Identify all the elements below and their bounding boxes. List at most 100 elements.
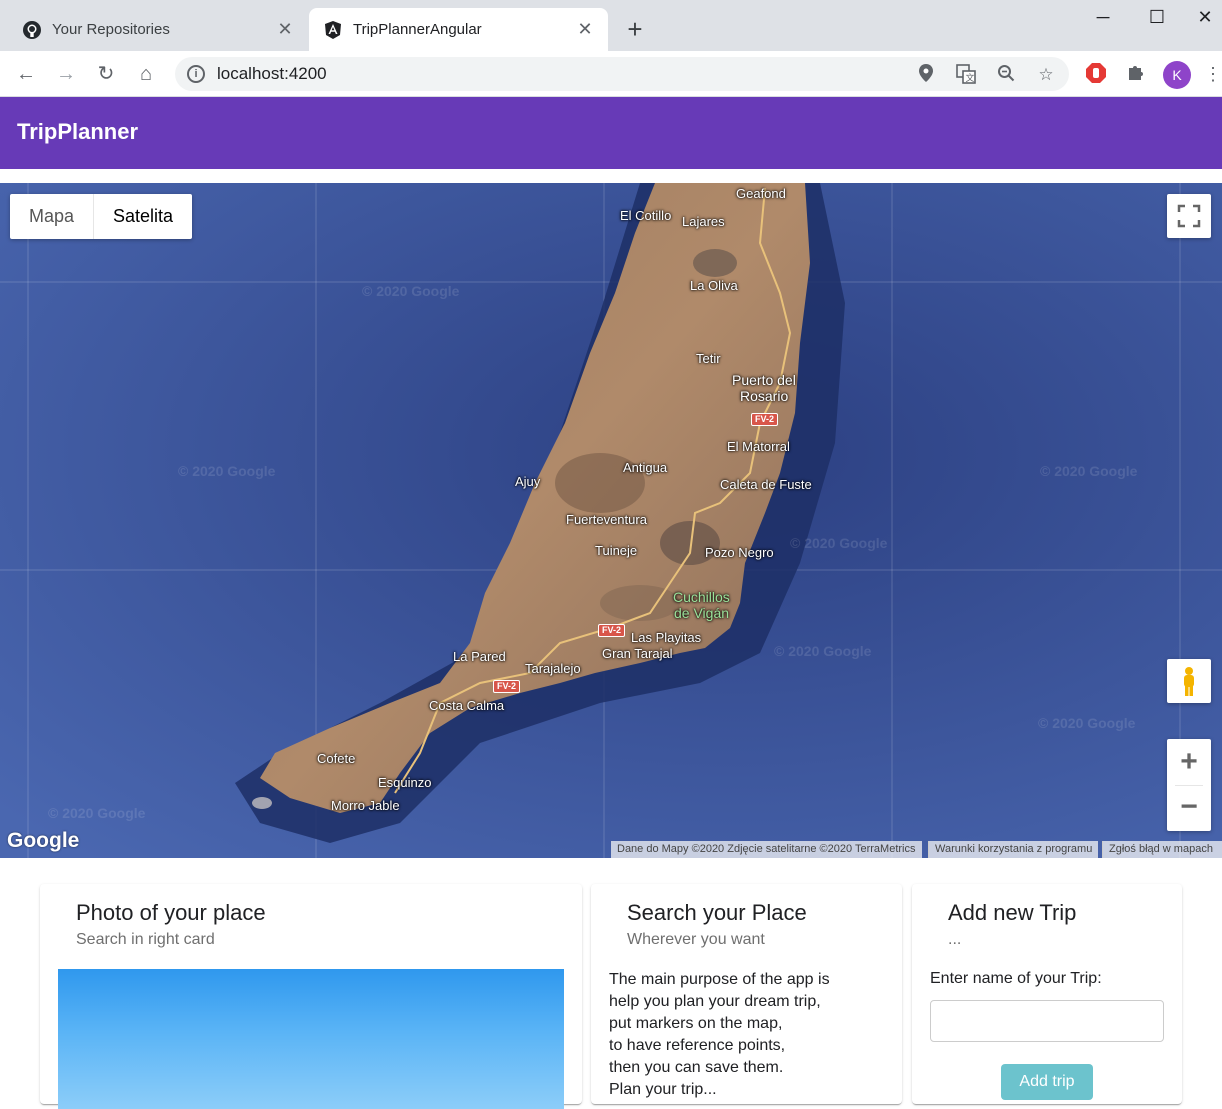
place-label: Cofete — [317, 751, 356, 766]
place-label: Puerto del — [732, 372, 796, 388]
zoom-control: + − — [1167, 739, 1211, 831]
home-icon[interactable]: ⌂ — [132, 60, 160, 88]
map-type-mapa-button[interactable]: Mapa — [10, 194, 95, 239]
maximize-icon[interactable]: ☐ — [1134, 0, 1180, 34]
close-icon[interactable]: ✕ — [276, 19, 294, 40]
place-label: Gran Tarajal — [602, 646, 673, 661]
tab-your-repositories[interactable]: Your Repositories ✕ — [8, 8, 308, 51]
profile-avatar[interactable]: K — [1163, 61, 1191, 89]
description-line: The main purpose of the app is — [609, 971, 830, 988]
pegman-icon — [1184, 667, 1194, 696]
extensions-puzzle-icon[interactable] — [1124, 62, 1148, 86]
description-line: put markers on the map, — [609, 1015, 783, 1032]
place-label: El Cotillo — [620, 208, 672, 223]
place-label: La Oliva — [690, 278, 738, 293]
map-type-satelita-button[interactable]: Satelita — [94, 194, 192, 239]
map-type-control: Mapa Satelita — [10, 194, 193, 239]
new-tab-button[interactable]: + — [620, 14, 650, 44]
place-label: El Matorral — [727, 439, 790, 454]
address-bar[interactable]: i localhost:4200 文 ☆ — [175, 57, 1069, 91]
zoom-in-button[interactable]: + — [1167, 739, 1211, 785]
add-trip-button[interactable]: Add trip — [1001, 1064, 1093, 1100]
place-label: de Vigán — [674, 605, 730, 621]
photo-card: Photo of your place Search in right card — [40, 884, 582, 1109]
map-watermark: © 2020 Google — [362, 283, 460, 299]
zoom-out-button[interactable]: − — [1167, 785, 1211, 831]
svg-text:文: 文 — [966, 72, 975, 84]
map-data-attribution: Dane do Mapy ©2020 Zdjęcie satelitarne ©… — [611, 841, 922, 858]
place-label: Tuineje — [595, 543, 638, 558]
browser-tab-strip: Your Repositories ✕ TripPlannerAngular ✕… — [0, 0, 1222, 51]
location-pin-icon[interactable] — [915, 64, 937, 86]
description-line: help you plan your dream trip, — [609, 993, 821, 1010]
browser-toolbar: ← → ↻ ⌂ i localhost:4200 文 ☆ K ⋮ — [0, 51, 1222, 97]
map-watermark: © 2020 Google — [774, 643, 872, 659]
card-subtitle: ... — [948, 931, 962, 948]
place-label: Tarajalejo — [525, 661, 581, 676]
card-title: Photo of your place — [76, 900, 266, 925]
road-label: FV-2 — [598, 624, 626, 637]
place-label: La Pared — [453, 649, 506, 664]
place-label: Fuerteventura — [566, 512, 647, 527]
url-text: localhost:4200 — [217, 64, 327, 83]
terms-link[interactable]: Warunki korzystania z programu — [928, 841, 1099, 858]
street-view-pegman-button[interactable] — [1167, 659, 1211, 703]
close-window-icon[interactable]: ✕ — [1188, 0, 1222, 34]
angular-icon — [323, 20, 343, 40]
map-watermark: © 2020 Google — [178, 463, 276, 479]
menu-kebab-icon[interactable]: ⋮ — [1204, 62, 1222, 86]
add-trip-card: Add new Trip ... Enter name of your Trip… — [912, 884, 1182, 1104]
place-label: Esquinzo — [378, 775, 432, 790]
place-photo — [58, 969, 564, 1109]
card-subtitle: Wherever you want — [627, 931, 765, 948]
minimize-icon[interactable]: ─ — [1080, 0, 1126, 34]
github-icon — [22, 20, 42, 40]
trip-name-label: Enter name of your Trip: — [930, 970, 1102, 987]
description-line: then you can save them. — [609, 1059, 784, 1076]
card-title: Search your Place — [627, 900, 807, 925]
fullscreen-icon — [1177, 204, 1201, 228]
app-title: TripPlanner — [17, 119, 139, 144]
map-watermark: © 2020 Google — [1038, 715, 1136, 731]
report-error-link[interactable]: Zgłoś błąd w mapach — [1102, 841, 1222, 858]
place-label: Las Playitas — [631, 630, 702, 645]
tab-title: TripPlannerAngular — [353, 21, 482, 38]
card-title: Add new Trip — [948, 900, 1077, 925]
description-line: Plan your trip... — [609, 1081, 717, 1098]
place-label: Costa Calma — [429, 698, 505, 713]
translate-icon[interactable]: 文 — [955, 64, 977, 86]
place-label: Tetir — [696, 351, 721, 366]
place-label: Antigua — [623, 460, 668, 475]
bookmark-star-icon[interactable]: ☆ — [1035, 64, 1057, 86]
back-icon[interactable]: ← — [12, 60, 40, 88]
adblock-icon[interactable] — [1084, 62, 1108, 86]
reload-icon[interactable]: ↻ — [92, 60, 120, 88]
place-label: Rosario — [740, 388, 789, 404]
tab-title: Your Repositories — [52, 21, 170, 38]
card-description: The main purpose of the app is help you … — [609, 969, 830, 1101]
site-info-icon[interactable]: i — [187, 65, 205, 83]
trip-name-input[interactable] — [930, 1000, 1164, 1042]
app-header: TripPlanner — [0, 97, 1222, 169]
place-label: Ajuy — [515, 474, 541, 489]
zoom-out-icon[interactable] — [995, 64, 1017, 86]
place-label: Cuchillos — [673, 589, 730, 605]
road-label: FV-2 — [751, 413, 779, 426]
road-label: FV-2 — [493, 680, 521, 693]
place-label: Caleta de Fuste — [720, 477, 812, 492]
map-view[interactable]: © 2020 Google © 2020 Google © 2020 Googl… — [0, 183, 1222, 858]
tab-trip-planner[interactable]: TripPlannerAngular ✕ — [309, 8, 608, 51]
fullscreen-button[interactable] — [1167, 194, 1211, 238]
close-icon[interactable]: ✕ — [576, 19, 594, 40]
map-watermark: © 2020 Google — [1040, 463, 1138, 479]
map-watermark: © 2020 Google — [48, 805, 146, 821]
card-subtitle: Search in right card — [76, 931, 215, 948]
google-logo: Google — [7, 829, 80, 852]
description-line: to have reference points, — [609, 1037, 786, 1054]
search-card: Search your Place Wherever you want The … — [591, 884, 902, 1104]
place-label: Morro Jable — [331, 798, 400, 813]
place-label: Geafond — [736, 186, 786, 201]
map-watermark: © 2020 Google — [790, 535, 888, 551]
place-label: Pozo Negro — [705, 545, 774, 560]
forward-icon[interactable]: → — [52, 60, 80, 88]
